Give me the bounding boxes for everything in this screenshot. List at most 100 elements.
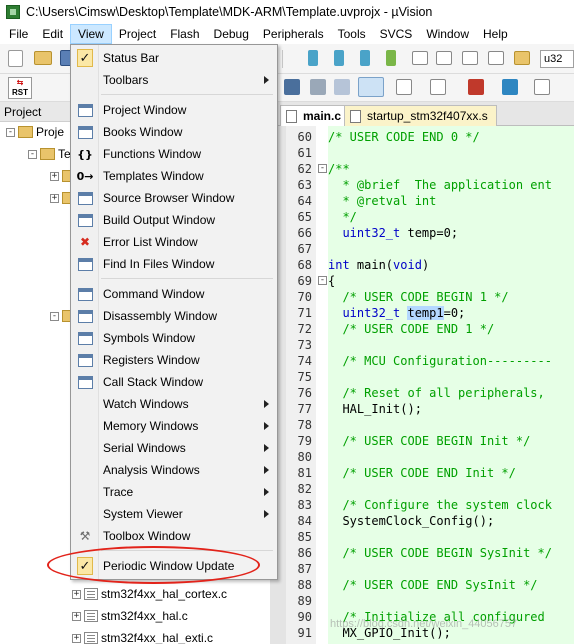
menu-item-disassembly-window[interactable]: Disassembly Window [73,305,275,327]
line-number: 90 [297,610,312,624]
menu-item-registers-window[interactable]: Registers Window [73,349,275,371]
tree-item[interactable]: + stm32f4xx_hal_exti.c [72,629,213,644]
open-folder-icon[interactable] [34,51,52,65]
source-browser-icon-shape [77,191,93,205]
submenu-arrow-icon [264,444,269,452]
expand-icon[interactable]: + [50,193,59,203]
tab-label: main.c [303,109,342,123]
menu-item-status-bar[interactable]: ✓ Status Bar [73,47,275,69]
menu-item-functions-window[interactable]: {} Functions Window [73,143,275,165]
menu-item-books-window[interactable]: Books Window [73,121,275,143]
code-text-area[interactable]: /* USER CODE END 0 */ /** * @brief The ap… [328,126,574,644]
next-bookmark-icon[interactable] [360,50,370,66]
prev-bookmark-icon[interactable] [334,50,344,66]
reset-label: RST [12,88,28,97]
tree-item-label: stm32f4xx_hal_exti.c [101,631,214,644]
menu-item-memory-windows[interactable]: Memory Windows [73,415,275,437]
menu-flash[interactable]: Flash [163,24,206,44]
code-line: /* MCU Configuration--------- [328,353,552,369]
find-in-files-icon [77,256,93,272]
run-to-cursor-icon[interactable] [284,79,300,95]
expand-icon[interactable]: + [72,611,81,621]
trace-icon[interactable] [502,79,518,95]
tree-item[interactable]: + stm32f4xx_hal_cortex.c [72,585,227,603]
memory-window-icon[interactable] [396,79,412,95]
code-token: uint32_t [328,306,401,320]
menu-edit[interactable]: Edit [35,24,70,44]
menu-item-trace[interactable]: Trace [73,481,275,503]
collapse-icon[interactable]: - [50,311,59,321]
unindent-icon[interactable] [436,51,452,65]
tree-item[interactable]: - Te [28,145,71,163]
menu-item-error-list-window[interactable]: ✖ Error List Window [73,231,275,253]
menu-svcs[interactable]: SVCS [373,24,420,44]
menu-item-label: Error List Window [103,235,198,249]
folder-icon [18,126,33,138]
menu-project[interactable]: Project [112,24,163,44]
menu-item-project-window[interactable]: Project Window [73,99,275,121]
serial-window-icon[interactable] [430,79,446,95]
menu-item-serial-windows[interactable]: Serial Windows [73,437,275,459]
target-combo[interactable]: u32 [540,50,574,68]
line-number: 77 [297,402,312,416]
menu-item-toolbox-window[interactable]: ⚒ Toolbox Window [73,525,275,547]
find-in-files-toolbar-icon[interactable] [514,51,530,65]
menu-item-source-browser-window[interactable]: Source Browser Window [73,187,275,209]
menu-item-find-in-files-window[interactable]: Find In Files Window [73,253,275,275]
menu-item-label: Serial Windows [103,441,186,455]
tab-main-c[interactable]: main.c [280,105,351,126]
collapse-icon[interactable]: - [28,149,37,159]
menu-file[interactable]: File [2,24,35,44]
step-over-icon[interactable] [334,79,350,95]
window-layout-icon[interactable] [358,77,384,97]
reset-button[interactable]: ⇆ RST [8,77,32,99]
code-line: HAL_Init(); [328,401,421,417]
expand-icon[interactable]: + [72,633,81,643]
expand-icon[interactable]: + [72,589,81,599]
tree-item[interactable]: + stm32f4xx_hal.c [72,607,188,625]
menu-item-label: Registers Window [103,353,200,367]
code-token: /** [328,162,350,176]
menu-item-symbols-window[interactable]: Symbols Window [73,327,275,349]
menu-item-build-output-window[interactable]: Build Output Window [73,209,275,231]
toolbox-toolbar-icon[interactable] [534,79,550,95]
menu-item-templates-window[interactable]: 0→ Templates Window [73,165,275,187]
error-list-icon: ✖ [79,235,91,249]
new-file-icon[interactable] [8,50,23,67]
comment-icon[interactable] [462,51,478,65]
menu-help[interactable]: Help [476,24,515,44]
tree-item[interactable]: - Proje [6,123,64,141]
menu-debug[interactable]: Debug [207,24,256,44]
menu-item-toolbars[interactable]: Toolbars [73,69,275,91]
submenu-arrow-icon [264,510,269,518]
menu-tools[interactable]: Tools [331,24,373,44]
menu-peripherals[interactable]: Peripherals [256,24,331,44]
menu-item-analysis-windows[interactable]: Analysis Windows [73,459,275,481]
code-token: /* USER CODE BEGIN 1 */ [328,290,509,304]
tab-label: startup_stm32f407xx.s [367,109,488,123]
menu-window[interactable]: Window [419,24,476,44]
menu-item-label: Memory Windows [103,419,199,433]
analysis-icon[interactable] [468,79,484,95]
check-icon: ✓ [77,49,93,67]
expand-icon[interactable]: + [50,171,59,181]
menu-item-watch-windows[interactable]: Watch Windows [73,393,275,415]
line-number: 85 [297,530,312,544]
submenu-arrow-icon [264,400,269,408]
code-editor[interactable]: /* USER CODE END 0 */ /** * @brief The ap… [270,126,574,644]
menu-item-system-viewer[interactable]: System Viewer [73,503,275,525]
tab-startup-stm32f407xx-s[interactable]: startup_stm32f407xx.s [344,105,497,126]
no-icon [77,72,93,88]
fold-toggle-icon[interactable]: - [318,164,327,173]
menu-item-command-window[interactable]: Command Window [73,283,275,305]
bookmark-icon[interactable] [308,50,318,66]
menu-item-call-stack-window[interactable]: Call Stack Window [73,371,275,393]
uncomment-icon[interactable] [488,51,504,65]
fold-toggle-icon[interactable]: - [318,276,327,285]
menu-item-label: Source Browser Window [103,191,235,205]
clear-bookmarks-icon[interactable] [386,50,396,66]
menu-view[interactable]: View [70,24,112,44]
step-icon[interactable] [310,79,326,95]
indent-icon[interactable] [412,51,428,65]
collapse-icon[interactable]: - [6,127,15,137]
